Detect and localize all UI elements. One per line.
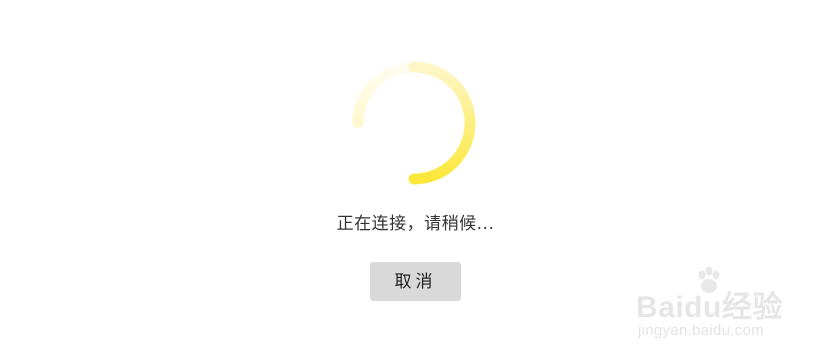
cancel-button[interactable]: 取消 (370, 262, 461, 301)
loading-spinner-icon (352, 61, 476, 185)
watermark-logo-text: Baidu经验 (636, 291, 783, 324)
status-message: 正在连接，请稍候... (336, 214, 495, 234)
watermark: Baidu经验 jingyan.baidu.com (636, 266, 796, 346)
watermark-url: jingyan.baidu.com (638, 322, 765, 339)
